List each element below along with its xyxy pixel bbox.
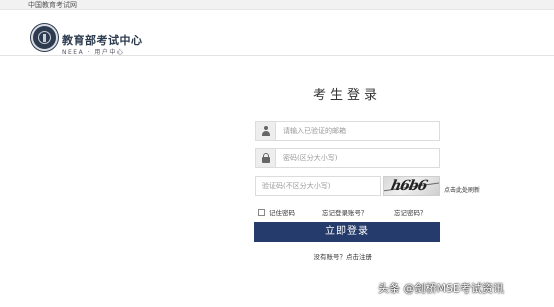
register-link[interactable]: 没有账号？点击注册 (254, 252, 373, 262)
captcha-text: h6b6 (389, 178, 429, 194)
forgot-account-link[interactable]: 忘记登录账号？ (322, 208, 368, 218)
username-field[interactable] (255, 121, 440, 141)
neea-logo-icon[interactable] (31, 24, 58, 51)
captcha-field[interactable] (255, 176, 381, 196)
top-bar: 中国教育考试网 (0, 0, 554, 10)
captcha-image[interactable]: h6b6 (383, 176, 440, 196)
remember-label[interactable]: 记住密码 (269, 208, 295, 218)
password-icon-box (256, 149, 276, 167)
captcha-refresh-link[interactable]: 点击此处刷新 (444, 187, 480, 195)
login-title: 考生登录 (312, 88, 381, 103)
site-name[interactable]: 中国教育考试网 (28, 0, 77, 10)
username-input[interactable] (283, 122, 433, 140)
org-subtitle: NEEA · 用户中心 (62, 49, 125, 56)
captcha-input[interactable] (262, 177, 372, 195)
header: 教育部考试中心 NEEA · 用户中心 (0, 11, 554, 56)
lock-icon (262, 153, 270, 163)
username-icon-box (256, 122, 276, 140)
login-button[interactable]: 立即登录 (254, 222, 440, 242)
password-field[interactable] (255, 148, 440, 168)
forgot-password-link[interactable]: 忘记密码？ (394, 208, 427, 218)
org-name: 教育部考试中心 (62, 34, 143, 47)
logo-mark (43, 34, 46, 42)
watermark: 头条 @剑桥MSE考试资讯 (378, 282, 504, 295)
user-icon (262, 126, 270, 136)
remember-checkbox[interactable] (258, 209, 265, 216)
password-input[interactable] (283, 149, 433, 167)
